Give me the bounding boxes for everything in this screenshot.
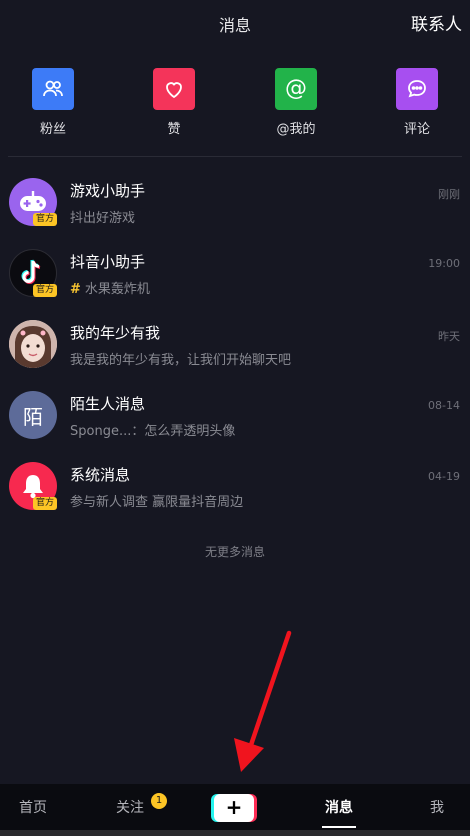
likes-label: 赞 bbox=[167, 122, 181, 137]
avatar: 官方 bbox=[9, 462, 57, 510]
message-list: 官方 游戏小助手 抖出好游戏 刚刚 官方 抖音小助手 #水果轰炸机 19:00 bbox=[0, 172, 470, 527]
message-name: 陌生人消息 bbox=[70, 395, 146, 413]
message-name: 抖音小助手 bbox=[70, 253, 146, 271]
avatar: 官方 bbox=[9, 249, 57, 297]
fans-label: 粉丝 bbox=[39, 122, 66, 137]
create-video-button[interactable]: + bbox=[211, 794, 257, 822]
plus-icon: + bbox=[214, 794, 254, 822]
avatar: 官方 bbox=[9, 178, 57, 226]
message-name: 我的年少有我 bbox=[70, 324, 161, 342]
quick-actions: 粉丝 赞 @ @我的 评论 bbox=[0, 68, 470, 148]
avatar: 陌 bbox=[9, 391, 57, 439]
official-badge: 官方 bbox=[33, 497, 57, 510]
at-icon: @ bbox=[275, 68, 317, 110]
header: 消息 联系人 bbox=[0, 0, 470, 46]
comment-icon bbox=[396, 68, 438, 110]
comments-button[interactable]: 评论 bbox=[367, 68, 467, 137]
bottom-nav: 首页 关注 1 + 消息 我 bbox=[0, 784, 470, 830]
message-preview: # 水果轰炸机 bbox=[70, 282, 150, 297]
message-row-system[interactable]: 官方 系统消息 参与新人调查 赢限量抖音周边 04-19 bbox=[0, 456, 470, 527]
no-more-messages: 无更多消息 bbox=[204, 545, 265, 559]
fans-button[interactable]: 粉丝 bbox=[3, 68, 103, 137]
message-row-douyin-assistant[interactable]: 官方 抖音小助手 # 水果轰炸机 19:00 bbox=[0, 243, 470, 314]
message-row-stranger[interactable]: 陌 陌生人消息 Sponge...：怎么弄透明头像 08-14 bbox=[0, 385, 470, 456]
user-photo-icon bbox=[9, 320, 57, 368]
message-preview: 参与新人调查 赢限量抖音周边 bbox=[70, 495, 244, 510]
likes-button[interactable]: 赞 bbox=[124, 68, 224, 137]
message-time: 刚刚 bbox=[438, 188, 460, 201]
tab-messages[interactable]: 消息 bbox=[325, 797, 353, 817]
contacts-button[interactable]: 联系人 bbox=[411, 10, 462, 35]
message-name: 游戏小助手 bbox=[70, 182, 146, 200]
official-badge: 官方 bbox=[33, 213, 57, 226]
hashtag-icon: # bbox=[70, 282, 81, 297]
tab-home[interactable]: 首页 bbox=[19, 797, 47, 817]
message-name: 系统消息 bbox=[70, 466, 131, 484]
avatar bbox=[9, 320, 57, 368]
follow-notification-badge: 1 bbox=[151, 793, 167, 809]
message-row-game-assistant[interactable]: 官方 游戏小助手 抖出好游戏 刚刚 bbox=[0, 172, 470, 243]
official-badge: 官方 bbox=[33, 284, 57, 297]
message-time: 08-14 bbox=[428, 399, 460, 412]
fans-icon bbox=[32, 68, 74, 110]
message-time: 04-19 bbox=[428, 470, 460, 483]
message-preview: 我是我的年少有我，让我们开始聊天吧 bbox=[70, 353, 292, 368]
divider bbox=[8, 156, 462, 157]
message-time: 昨天 bbox=[438, 330, 460, 343]
mentions-button[interactable]: @ @我的 bbox=[246, 68, 346, 137]
message-row-user[interactable]: 我的年少有我 我是我的年少有我，让我们开始聊天吧 昨天 bbox=[0, 314, 470, 385]
message-time: 19:00 bbox=[428, 257, 460, 270]
comments-label: 评论 bbox=[403, 122, 430, 137]
message-preview: 抖出好游戏 bbox=[70, 211, 136, 226]
active-tab-indicator bbox=[322, 826, 356, 828]
tab-follow[interactable]: 关注 bbox=[116, 797, 144, 817]
mentions-label: @我的 bbox=[276, 122, 316, 137]
stranger-avatar-text: 陌 bbox=[23, 404, 43, 429]
tab-me[interactable]: 我 bbox=[430, 797, 444, 817]
page-title: 消息 bbox=[218, 16, 251, 35]
bottom-strip bbox=[0, 830, 470, 836]
heart-icon bbox=[153, 68, 195, 110]
message-preview: Sponge...：怎么弄透明头像 bbox=[70, 424, 236, 439]
